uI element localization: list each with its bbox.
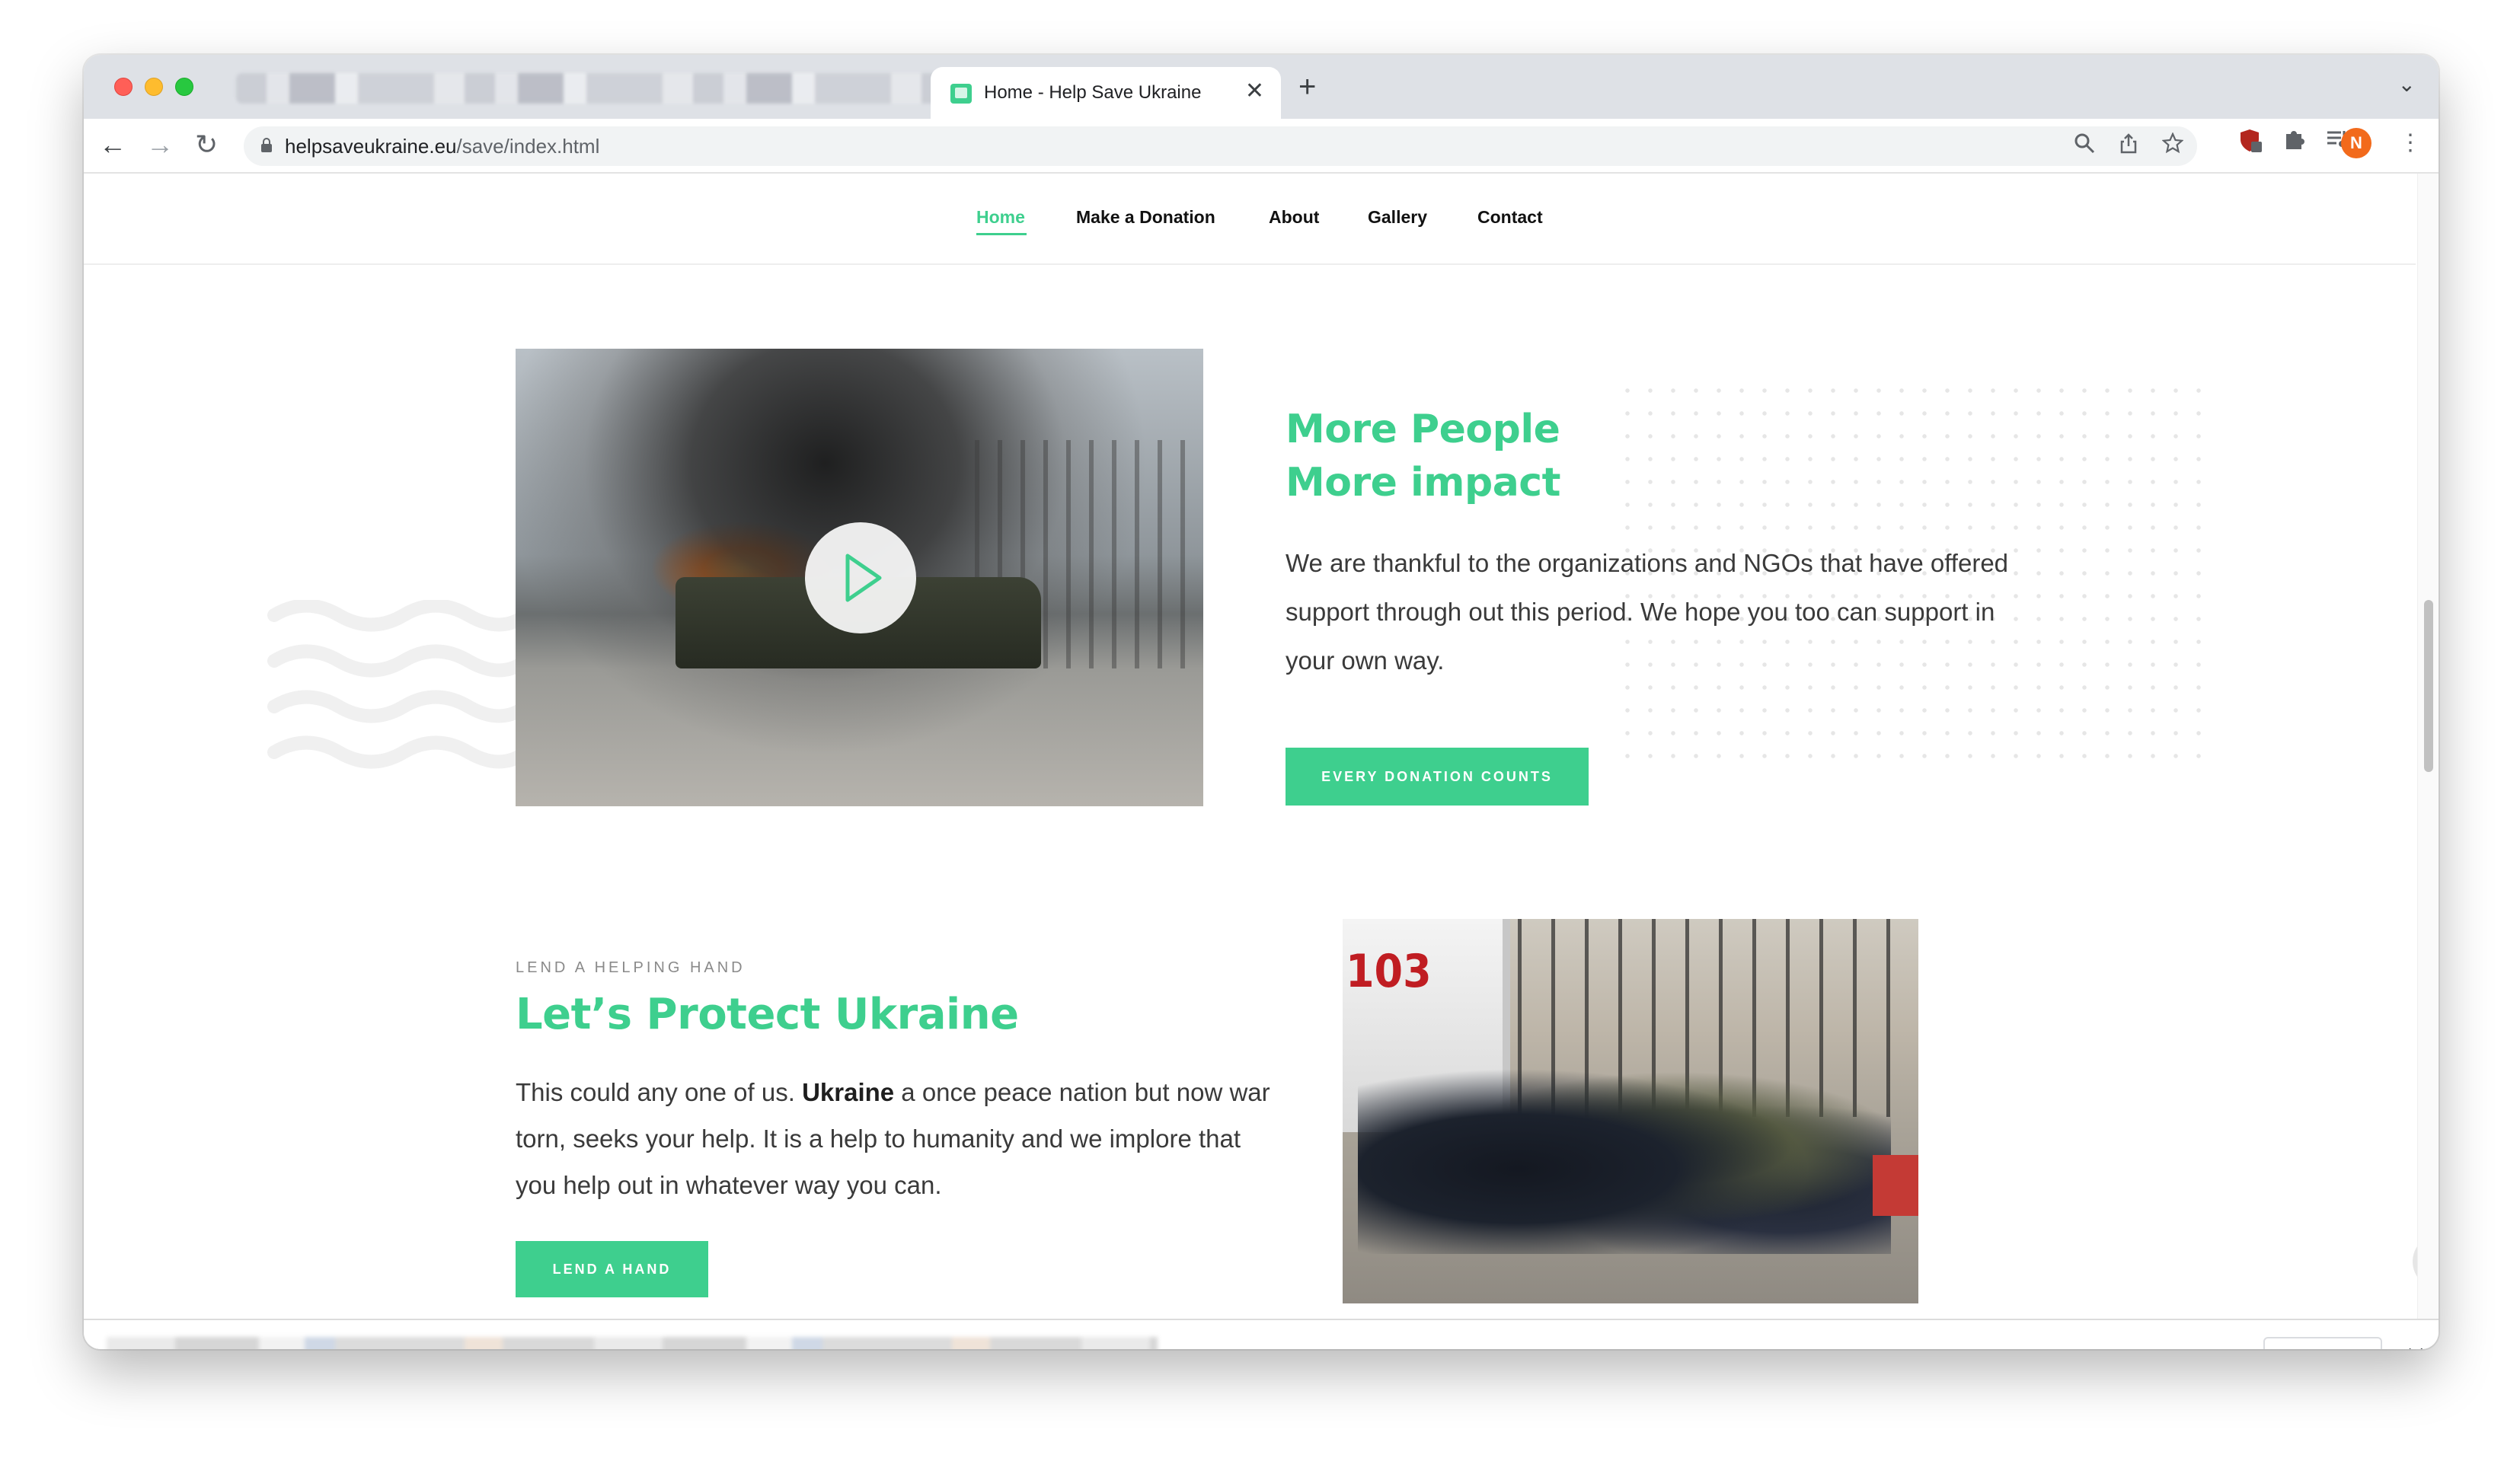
site-navigation: Home Make a Donation About Gallery Conta…	[84, 174, 2416, 265]
play-button[interactable]	[805, 522, 916, 633]
video-thumbnail-burning-vehicles[interactable]	[516, 349, 1203, 806]
tab-strip: Home - Help Save Ukraine ✕ + ⌄	[84, 55, 2439, 119]
browser-toolbar: ← → ↻ helpsaveukraine.eu/save/index.html…	[84, 119, 2439, 174]
photo-red-fabric	[1873, 1155, 1918, 1216]
url-path: /save/index.html	[456, 135, 600, 158]
address-bar[interactable]: helpsaveukraine.eu/save/index.html	[244, 126, 2197, 166]
search-icon[interactable]	[2074, 132, 2095, 154]
tab-title: Home - Help Save Ukraine	[984, 82, 1202, 103]
close-download-bar-icon[interactable]: ✕	[2405, 1342, 2427, 1349]
lock-icon	[261, 138, 272, 152]
browser-window: Home - Help Save Ukraine ✕ + ⌄ ← → ↻ hel…	[84, 55, 2439, 1349]
back-button[interactable]: ←	[99, 129, 126, 160]
nav-active-underline	[976, 233, 1027, 235]
download-bar: Show All ✕	[84, 1319, 2439, 1349]
page-viewport: Home Make a Donation About Gallery Conta…	[84, 174, 2439, 1319]
scrollbar-thumb[interactable]	[2424, 600, 2433, 772]
blurred-downloads[interactable]	[107, 1337, 1158, 1349]
tab-active[interactable]: Home - Help Save Ukraine ✕	[931, 67, 1281, 119]
play-icon	[845, 554, 882, 602]
url-domain: helpsaveukraine.eu	[285, 135, 457, 158]
menu-icon[interactable]: ⋮	[2399, 129, 2422, 156]
page-scrollbar[interactable]	[2417, 174, 2439, 1319]
profile-avatar[interactable]: N	[2341, 128, 2371, 158]
nav-about[interactable]: About	[1269, 207, 1319, 228]
wave-decoration	[267, 600, 525, 769]
lend-a-hand-button[interactable]: LEND A HAND	[516, 1241, 708, 1297]
close-window-button[interactable]	[114, 78, 133, 96]
reload-button[interactable]: ↻	[195, 129, 218, 160]
share-icon[interactable]	[2118, 132, 2139, 154]
section2-body: This could any one of us. Ukraine a once…	[516, 1069, 1277, 1208]
section1-heading-line2: More impact	[1286, 460, 1561, 506]
shield-extension-icon[interactable]	[2239, 128, 2263, 154]
photo-ambulance-number: 103	[1346, 945, 1432, 998]
section2-kicker: LEND A HELPING HAND	[516, 959, 746, 976]
every-donation-counts-button[interactable]: EVERY DONATION COUNTS	[1286, 748, 1589, 806]
section2-body-before: This could any one of us.	[516, 1078, 803, 1106]
nav-make-a-donation[interactable]: Make a Donation	[1076, 207, 1215, 228]
maximize-window-button[interactable]	[175, 78, 193, 96]
photo-people-taking-cover: 103	[1343, 919, 1918, 1303]
section2-body-bold: Ukraine	[802, 1078, 895, 1106]
new-tab-button[interactable]: +	[1298, 72, 1316, 102]
nav-contact[interactable]: Contact	[1477, 207, 1543, 228]
url-text[interactable]: helpsaveukraine.eu/save/index.html	[285, 135, 599, 158]
section1-heading-line1: More People	[1286, 407, 1560, 452]
nav-gallery[interactable]: Gallery	[1368, 207, 1427, 228]
photo-people	[1358, 1041, 1891, 1254]
show-all-button[interactable]: Show All	[2263, 1337, 2382, 1349]
forward-button[interactable]: →	[146, 129, 174, 160]
tab-close-icon[interactable]: ✕	[1245, 78, 1264, 104]
section2-heading: Let’s Protect Ukraine	[516, 990, 1019, 1039]
nav-home[interactable]: Home	[976, 207, 1025, 228]
favicon-icon	[950, 84, 972, 104]
minimize-window-button[interactable]	[145, 78, 163, 96]
star-icon[interactable]	[2162, 132, 2183, 154]
section1-body: We are thankful to the organizations and…	[1286, 549, 2009, 675]
blurred-tabs[interactable]	[236, 73, 998, 104]
puzzle-extension-icon[interactable]	[2283, 128, 2306, 151]
tab-search-chevron-icon[interactable]: ⌄	[2398, 72, 2416, 97]
